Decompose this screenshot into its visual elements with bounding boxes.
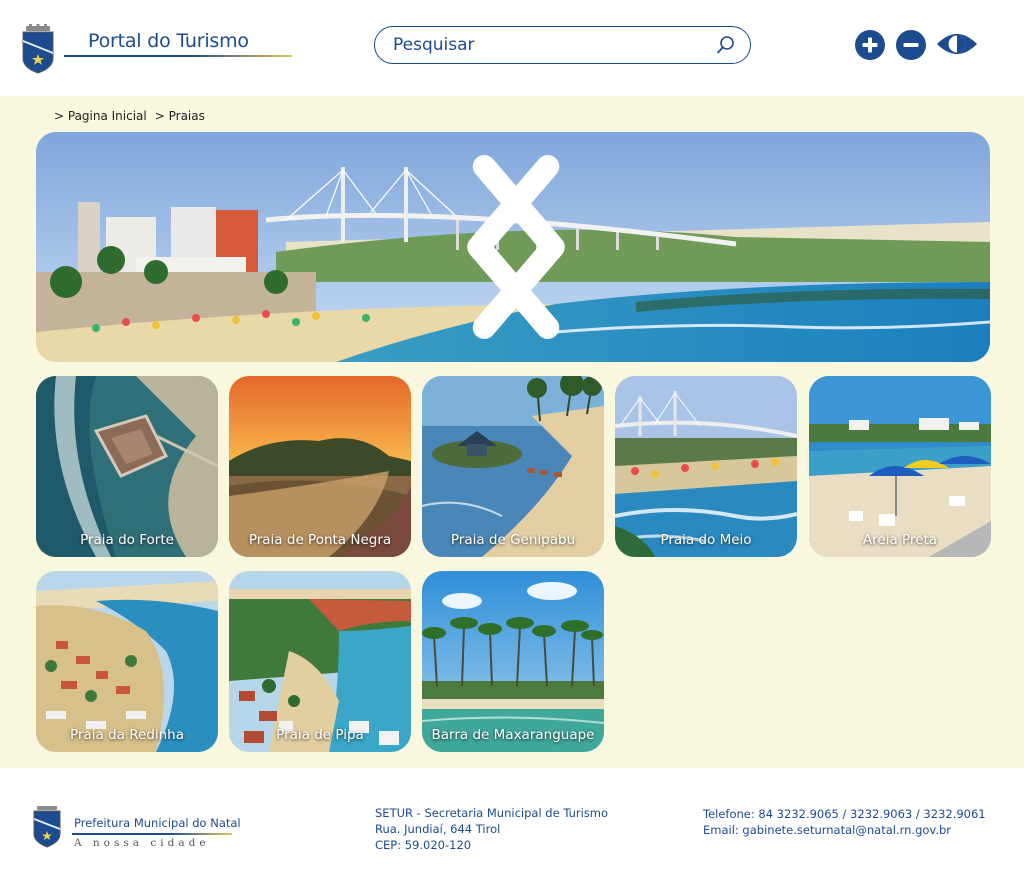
carousel-next-button[interactable] bbox=[36, 132, 990, 362]
portal-logo[interactable]: Portal do Turismo bbox=[20, 24, 292, 76]
decrease-font-button[interactable] bbox=[896, 30, 926, 60]
address-line: SETUR - Secretaria Municipal de Turismo bbox=[375, 806, 609, 820]
footer-address: SETUR - Secretaria Municipal de Turismo … bbox=[375, 805, 608, 853]
search-input[interactable] bbox=[393, 33, 693, 57]
address-line: Rua. Jundiaí, 644 Tirol bbox=[375, 822, 501, 836]
beach-photo bbox=[422, 571, 604, 752]
beach-card-label: Praia de Ponta Negra bbox=[248, 532, 392, 548]
beach-card-praia-do-forte[interactable]: Praia do Forte bbox=[36, 376, 218, 557]
beach-card-redinha[interactable]: Praia da Redinha bbox=[36, 571, 218, 752]
beach-photo bbox=[229, 571, 411, 752]
beach-card-label: Praia do Meio bbox=[660, 532, 752, 548]
hero-carousel bbox=[36, 132, 990, 362]
site-footer: Prefeitura Municipal do Natal A nossa ci… bbox=[0, 768, 1024, 886]
beach-card-areia-preta[interactable]: Areia Preta bbox=[809, 376, 991, 557]
minus-circle-icon bbox=[903, 43, 919, 47]
beach-card-label: Praia do Forte bbox=[80, 532, 174, 548]
search-icon[interactable] bbox=[716, 35, 736, 55]
beach-photo bbox=[422, 376, 604, 557]
beach-photo bbox=[36, 376, 218, 557]
coat-of-arms-icon bbox=[33, 806, 61, 848]
site-header: Portal do Turismo bbox=[0, 0, 1024, 96]
search-box bbox=[374, 26, 751, 64]
contact-email[interactable]: Email: gabinete.seturnatal@natal.rn.gov.… bbox=[703, 822, 986, 838]
beach-card-pipa[interactable]: Praia de Pipa bbox=[229, 571, 411, 752]
contrast-toggle-button[interactable] bbox=[936, 30, 978, 58]
beach-photo bbox=[36, 571, 218, 752]
beach-card-label: Barra de Maxaranguape bbox=[431, 727, 595, 743]
beach-card-label: Praia de Genipabu bbox=[450, 532, 576, 548]
beach-card-ponta-negra[interactable]: Praia de Ponta Negra bbox=[229, 376, 411, 557]
beach-card-maxaranguape[interactable]: Barra de Maxaranguape bbox=[422, 571, 604, 752]
address-line: CEP: 59.020-120 bbox=[375, 838, 472, 852]
beach-photo bbox=[229, 376, 411, 557]
breadcrumb: > Pagina Inicial > Praias bbox=[54, 109, 205, 123]
beach-photo bbox=[809, 376, 991, 557]
footer-logo-title: Prefeitura Municipal do Natal bbox=[74, 816, 241, 830]
footer-contact: Telefone: 84 3232.9065 / 3232.9063 / 323… bbox=[703, 806, 986, 838]
logo-underline bbox=[64, 55, 292, 57]
beach-card-label: Praia da Redinha bbox=[70, 727, 184, 743]
beach-card-praia-do-meio[interactable]: Praia do Meio bbox=[615, 376, 797, 557]
plus-circle-icon bbox=[862, 37, 878, 53]
contact-phone[interactable]: Telefone: 84 3232.9065 / 3232.9063 / 323… bbox=[703, 806, 986, 822]
beach-card-label: Areia Preta bbox=[862, 532, 938, 548]
beach-card-genipabu[interactable]: Praia de Genipabu bbox=[422, 376, 604, 557]
increase-font-button[interactable] bbox=[855, 30, 885, 60]
footer-logo-underline bbox=[72, 833, 232, 835]
prefeitura-logo[interactable]: Prefeitura Municipal do Natal A nossa ci… bbox=[32, 804, 242, 854]
beach-card-label: Praia de Pipa bbox=[276, 727, 364, 743]
main-content: > Pagina Inicial > Praias Praia do Forte… bbox=[0, 96, 1024, 768]
breadcrumb-home[interactable]: > Pagina Inicial bbox=[54, 109, 147, 123]
footer-logo-subtitle: A nossa cidade bbox=[74, 837, 210, 849]
breadcrumb-beaches[interactable]: > Praias bbox=[155, 109, 205, 123]
portal-title: Portal do Turismo bbox=[88, 30, 249, 52]
beach-photo bbox=[615, 376, 797, 557]
coat-of-arms-icon bbox=[22, 24, 54, 74]
